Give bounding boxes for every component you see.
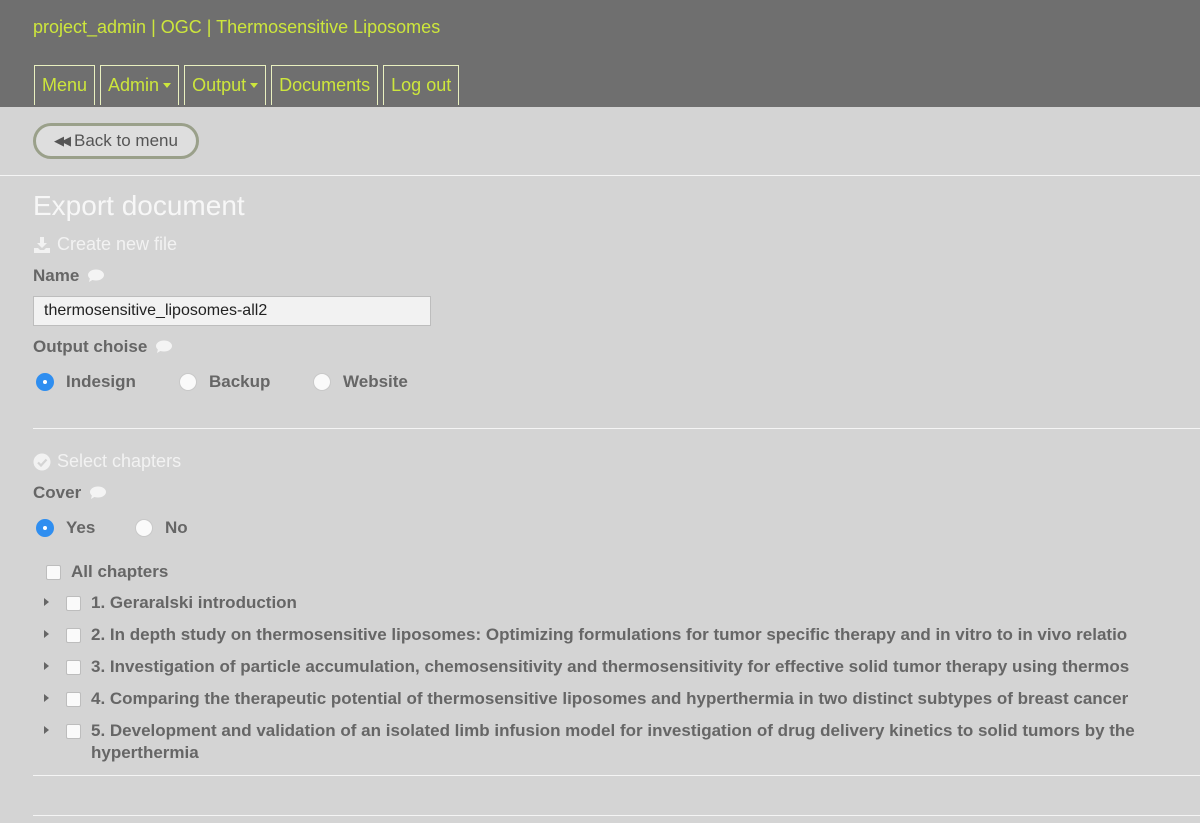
cover-label: Cover (33, 483, 107, 503)
chapter-checkbox[interactable] (66, 596, 81, 611)
radio-label: Indesign (66, 372, 136, 391)
expand-arrow-icon[interactable] (44, 630, 49, 638)
divider (33, 775, 1200, 776)
comment-icon[interactable] (155, 340, 173, 354)
check-circle-icon (33, 453, 51, 470)
checkbox-label: All chapters (71, 562, 169, 581)
caret-down-icon (250, 83, 259, 88)
download-icon (34, 236, 50, 253)
select-chapters-heading: Select chapters (33, 451, 181, 472)
nav-tab-label: Menu (42, 75, 88, 95)
divider (33, 815, 1200, 816)
chapter-title: 3. Investigation of particle accumulatio… (91, 657, 1130, 676)
list-item: 2. In depth study on thermosensitive lip… (44, 624, 1200, 656)
comment-icon[interactable] (89, 486, 107, 500)
back-to-menu-button[interactable]: ◀◀ Back to menu (33, 123, 199, 159)
divider (33, 428, 1200, 429)
cover-radio-group: Yes No (36, 518, 188, 538)
divider (0, 175, 1200, 176)
back-button-label: Back to menu (74, 131, 178, 150)
expand-arrow-icon[interactable] (44, 662, 49, 670)
radio-button[interactable] (36, 519, 54, 537)
project-breadcrumb: project_admin | OGC | Thermosensitive Li… (33, 17, 441, 37)
output-choice-label: Output choise (33, 337, 173, 357)
radio-label: No (165, 518, 188, 537)
list-item: 5. Development and validation of an isol… (44, 720, 1200, 774)
nav-tab-label: Log out (391, 75, 452, 95)
label-text: Cover (33, 483, 82, 502)
nav-tab-admin[interactable]: Admin (100, 65, 180, 105)
label-text: Name (33, 266, 80, 285)
all-chapters-option[interactable]: All chapters (46, 562, 168, 582)
top-header: project_admin | OGC | Thermosensitive Li… (0, 0, 1200, 107)
radio-indesign[interactable]: Indesign (36, 372, 179, 392)
chapter-title: 2. In depth study on thermosensitive lip… (91, 625, 1128, 644)
file-name-input[interactable] (33, 296, 431, 326)
radio-backup[interactable]: Backup (179, 372, 313, 392)
chapter-checkbox[interactable] (66, 660, 81, 675)
heading-text: Create new file (57, 234, 178, 254)
expand-arrow-icon[interactable] (44, 598, 49, 606)
nav-tab-label: Output (192, 75, 247, 95)
main-nav: Menu Admin Output Documents Log out (34, 65, 460, 107)
nav-tab-output[interactable]: Output (184, 65, 267, 105)
caret-down-icon (163, 83, 172, 88)
radio-button[interactable] (313, 373, 331, 391)
chapter-list: 1. Geraralski introduction 2. In depth s… (44, 592, 1200, 774)
chapter-checkbox[interactable] (66, 692, 81, 707)
radio-label: Yes (66, 518, 96, 537)
chapter-title: 1. Geraralski introduction (91, 593, 297, 612)
list-item: 3. Investigation of particle accumulatio… (44, 656, 1200, 688)
expand-arrow-icon[interactable] (44, 726, 49, 734)
output-radio-group: Indesign Backup Website (36, 372, 408, 392)
radio-label: Backup (209, 372, 271, 391)
chapter-checkbox[interactable] (66, 628, 81, 643)
comment-icon[interactable] (87, 269, 105, 283)
nav-tab-documents[interactable]: Documents (271, 65, 379, 105)
chapter-title: 5. Development and validation of an isol… (91, 721, 1135, 762)
rewind-icon: ◀◀ (54, 133, 71, 148)
radio-button[interactable] (135, 519, 153, 537)
nav-tab-label: Documents (279, 75, 371, 95)
chapter-checkbox[interactable] (66, 724, 81, 739)
nav-tab-menu[interactable]: Menu (34, 65, 96, 105)
all-chapters-checkbox[interactable] (46, 564, 61, 580)
radio-cover-no[interactable]: No (135, 518, 188, 538)
create-new-file-heading: Create new file (33, 234, 177, 255)
nav-tab-logout[interactable]: Log out (383, 65, 460, 105)
radio-button[interactable] (36, 373, 54, 391)
radio-cover-yes[interactable]: Yes (36, 518, 135, 538)
heading-text: Select chapters (57, 451, 182, 471)
list-item: 4. Comparing the therapeutic potential o… (44, 688, 1200, 720)
expand-arrow-icon[interactable] (44, 694, 49, 702)
radio-button[interactable] (179, 373, 197, 391)
nav-tab-label: Admin (108, 75, 160, 95)
label-text: Output choise (33, 337, 148, 356)
list-item: 1. Geraralski introduction (44, 592, 1200, 624)
radio-website[interactable]: Website (313, 372, 408, 392)
name-label: Name (33, 266, 105, 286)
radio-label: Website (343, 372, 408, 391)
chapter-title: 4. Comparing the therapeutic potential o… (91, 689, 1129, 708)
page-title: Export document (33, 190, 245, 221)
